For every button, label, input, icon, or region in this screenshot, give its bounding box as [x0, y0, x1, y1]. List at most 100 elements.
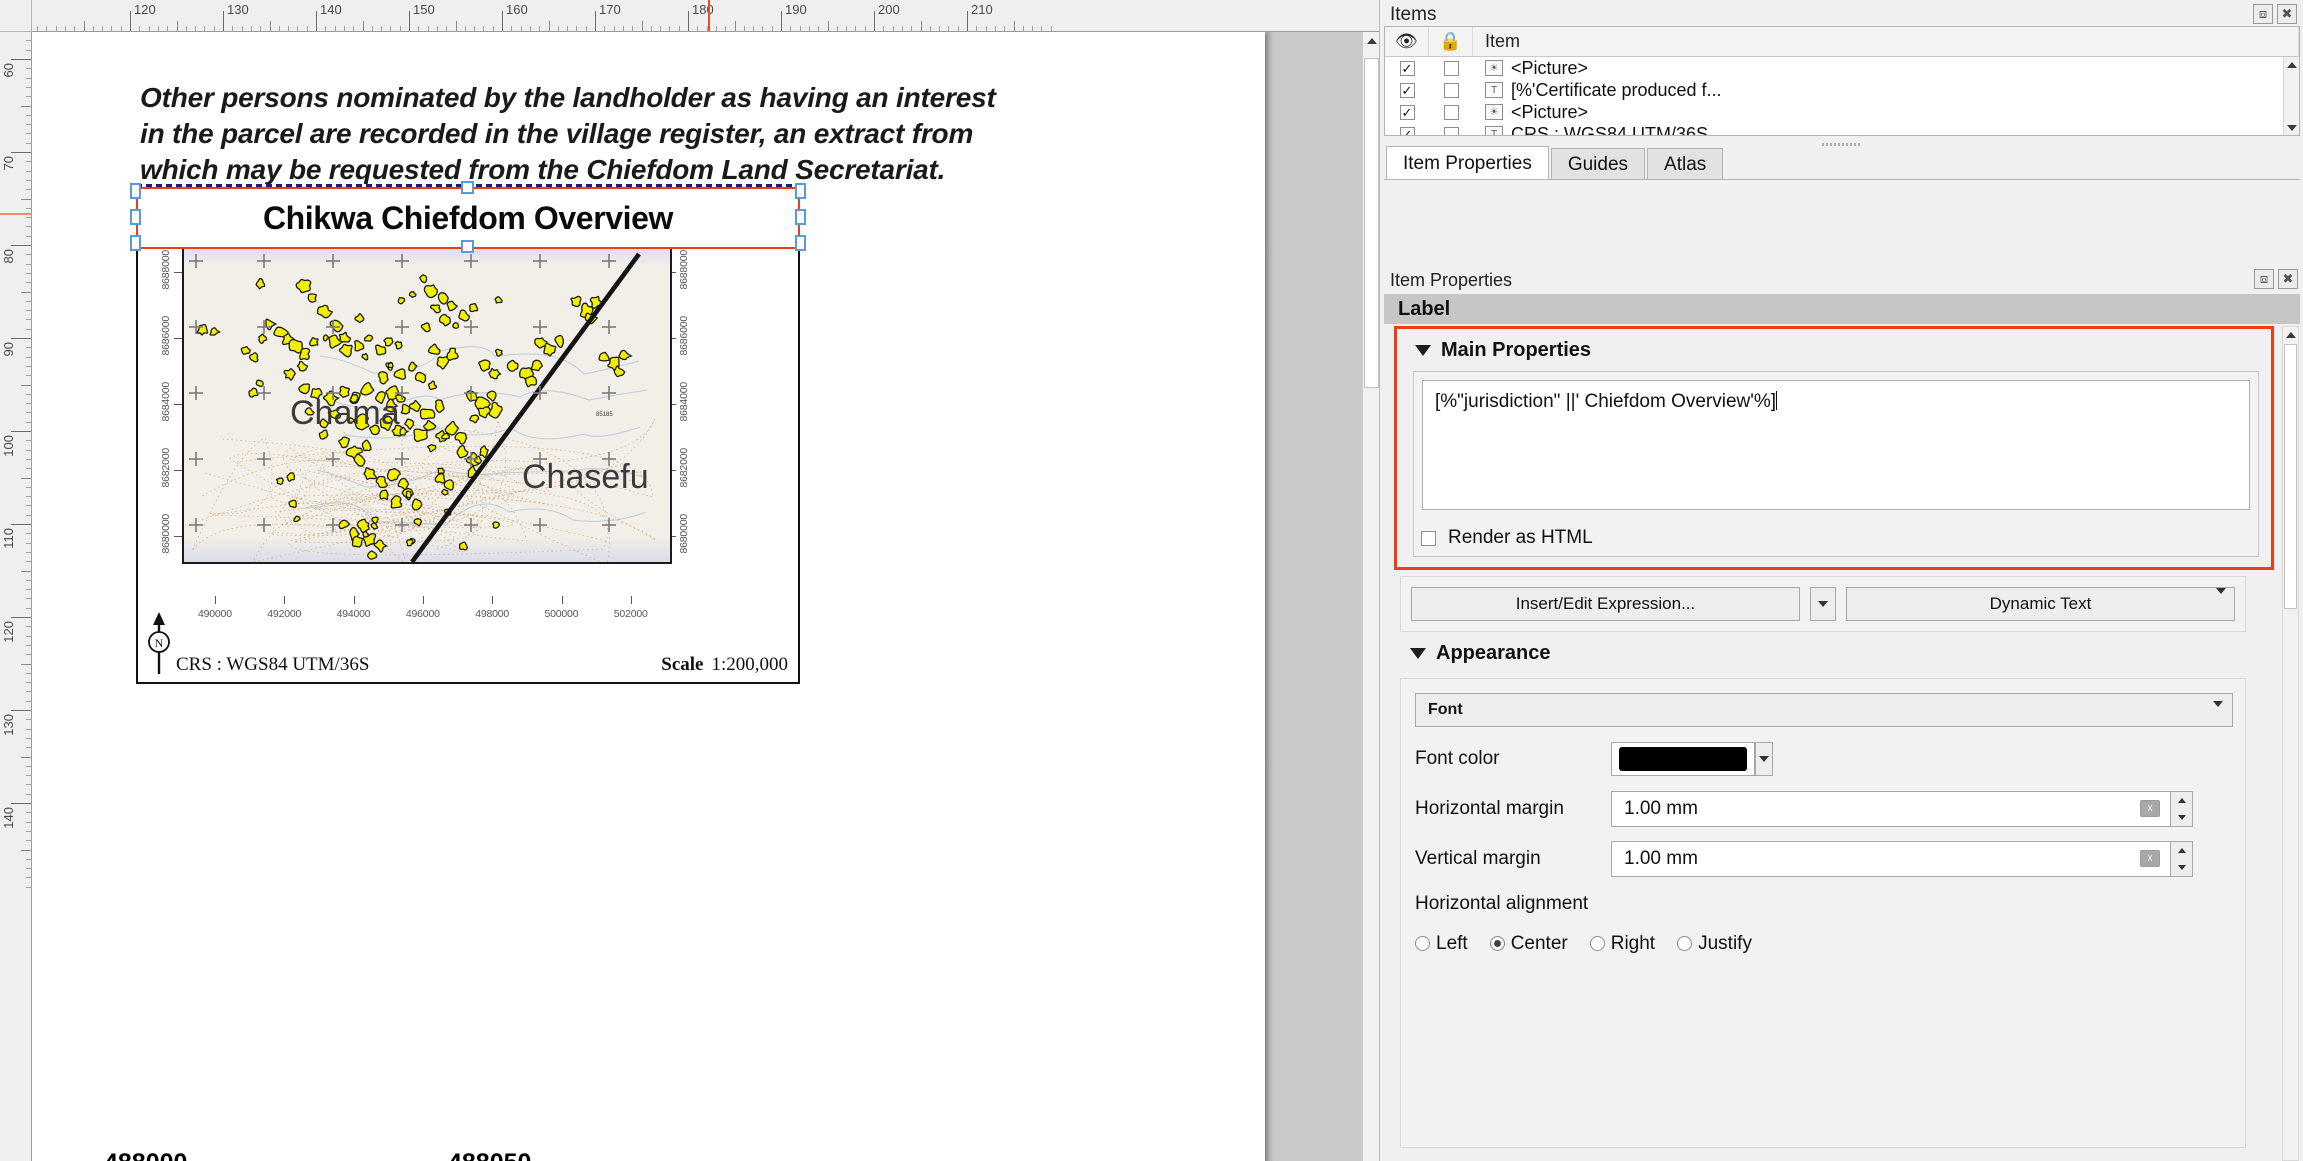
- table-row[interactable]: ✓ T [%'Certificate produced f...: [1385, 79, 2299, 101]
- layout-page[interactable]: Other persons nominated by the landholde…: [32, 32, 1265, 1161]
- props-scroll-up-arrow[interactable]: [2283, 327, 2298, 342]
- items-scroll-up-arrow[interactable]: [2284, 57, 2299, 72]
- items-vertical-scrollbar[interactable]: [2283, 57, 2299, 135]
- props-scroll-thumb[interactable]: [2284, 344, 2297, 609]
- horizontal-margin-stepper[interactable]: [2171, 791, 2193, 827]
- eye-icon[interactable]: 👁: [1385, 27, 1429, 56]
- stepper-down[interactable]: [2171, 809, 2192, 826]
- resize-handle-top-right[interactable]: [795, 183, 806, 199]
- font-color-control[interactable]: [1611, 742, 1773, 776]
- horizontal-ruler[interactable]: 120 130 140 150 160 170 180 190 200 210: [32, 0, 1379, 32]
- intro-paragraph[interactable]: Other persons nominated by the landholde…: [140, 80, 1090, 187]
- row-lock-checkbox[interactable]: [1429, 126, 1473, 135]
- scroll-up-arrow[interactable]: [1364, 33, 1379, 48]
- ruler-tick-minor: [567, 26, 569, 31]
- row-lock-checkbox[interactable]: [1429, 82, 1473, 98]
- ruler-tick-minor: [139, 26, 141, 31]
- lock-icon[interactable]: 🔒: [1429, 27, 1473, 56]
- tab-item-properties[interactable]: Item Properties: [1386, 146, 1549, 180]
- insert-edit-expression-button[interactable]: Insert/Edit Expression...: [1411, 587, 1800, 621]
- ruler-tick-minor: [120, 26, 122, 31]
- vertical-margin-stepper[interactable]: [2171, 841, 2193, 877]
- items-scroll-down-arrow[interactable]: [2284, 120, 2299, 135]
- row-visibility-checkbox[interactable]: ✓: [1385, 82, 1429, 98]
- tab-guides[interactable]: Guides: [1550, 148, 1646, 180]
- alignment-option-left[interactable]: Left: [1415, 933, 1468, 955]
- resize-handle-bottom-left[interactable]: [130, 235, 141, 251]
- appearance-header[interactable]: Appearance: [1410, 642, 1551, 665]
- float-icon[interactable]: ⧈: [2254, 269, 2274, 289]
- properties-scroll-area[interactable]: Main Properties [%"jurisdiction" ||' Chi…: [1384, 326, 2300, 1161]
- resize-handle-bottom-right[interactable]: [795, 235, 806, 251]
- ruler-tick-minor: [26, 282, 31, 284]
- insert-expression-dropdown-icon[interactable]: [1810, 587, 1836, 621]
- ruler-tick-minor: [632, 26, 634, 31]
- scale-word: Scale: [661, 654, 704, 675]
- map-axis-label-right: 8684000: [678, 382, 690, 422]
- tab-atlas[interactable]: Atlas: [1647, 148, 1724, 180]
- canvas-vertical-scrollbar[interactable]: [1362, 32, 1379, 1161]
- ruler-tick-minor: [325, 26, 327, 31]
- ruler-tick-minor: [641, 21, 643, 31]
- close-icon[interactable]: ✖: [2278, 269, 2298, 289]
- stepper-up[interactable]: [2171, 842, 2192, 859]
- ruler-tick-minor: [26, 635, 31, 637]
- ruler-tick-minor: [660, 26, 662, 31]
- ruler-tick-minor: [26, 579, 31, 581]
- row-visibility-checkbox[interactable]: ✓: [1385, 60, 1429, 76]
- row-visibility-checkbox[interactable]: ✓: [1385, 126, 1429, 135]
- alignment-option-right[interactable]: Right: [1589, 933, 1655, 955]
- label-expression-input[interactable]: [%"jurisdiction" ||' Chiefdom Overview'%…: [1422, 380, 2250, 510]
- canvas-scroll-thumb[interactable]: [1364, 58, 1379, 388]
- stepper-up[interactable]: [2171, 792, 2192, 809]
- map-plot-area[interactable]: Chama Chasefu 85185: [182, 244, 672, 564]
- resize-handle-middle-right[interactable]: [795, 209, 806, 225]
- resize-handle-top-left[interactable]: [130, 183, 141, 199]
- vertical-ruler[interactable]: 60 70 80 90 100 110 120 130 140: [0, 32, 32, 1161]
- font-color-swatch[interactable]: [1611, 742, 1755, 776]
- ruler-tick-minor: [204, 26, 206, 31]
- item-properties-dock-title: Item Properties ⧈ ✖: [1380, 266, 2303, 294]
- font-select[interactable]: Font: [1415, 693, 2233, 727]
- layout-scene[interactable]: Other persons nominated by the landholde…: [32, 32, 1379, 1161]
- ruler-tick-minor: [74, 26, 76, 31]
- main-properties-header[interactable]: Main Properties: [1397, 329, 2271, 368]
- map-item[interactable]: 490000 492000 494000 496000 498000 500000 5020…: [136, 214, 800, 684]
- horizontal-alignment-radios: Left Center Right Justify: [1415, 933, 1752, 955]
- ruler-tick-minor: [26, 40, 31, 42]
- ruler-tick-minor: [343, 26, 345, 31]
- items-list[interactable]: 👁 🔒 Item ✓ ☀ <Picture> ✓ T [%'Certificat…: [1384, 26, 2300, 136]
- close-icon[interactable]: ✖: [2277, 4, 2297, 24]
- text-icon: T: [1485, 82, 1503, 98]
- chevron-down-icon[interactable]: [1415, 345, 1431, 356]
- clear-icon[interactable]: ☓: [2140, 800, 2160, 817]
- table-row[interactable]: ✓ ☀ <Picture>: [1385, 57, 2299, 79]
- ruler-tick-minor: [808, 26, 810, 31]
- chevron-down-icon[interactable]: [1410, 648, 1426, 659]
- table-row[interactable]: ✓ T CRS : WGS84 UTM/36S: [1385, 123, 2299, 135]
- clear-icon[interactable]: ☓: [2140, 850, 2160, 867]
- render-as-html-checkbox[interactable]: [1421, 530, 1436, 546]
- float-icon[interactable]: ⧈: [2253, 4, 2273, 24]
- table-row[interactable]: ✓ ☀ <Picture>: [1385, 101, 2299, 123]
- item-label: <Picture>: [1511, 57, 1589, 78]
- ruler-tick-minor: [26, 775, 31, 777]
- alignment-option-justify[interactable]: Justify: [1677, 933, 1752, 955]
- render-as-html-row[interactable]: Render as HTML: [1421, 527, 1593, 549]
- resize-handle-middle-left[interactable]: [130, 209, 141, 225]
- stepper-down[interactable]: [2171, 859, 2192, 876]
- resize-handle-bottom-center[interactable]: [461, 240, 474, 253]
- properties-vertical-scrollbar[interactable]: [2282, 326, 2299, 1161]
- row-lock-checkbox[interactable]: [1429, 60, 1473, 76]
- dynamic-text-dropdown[interactable]: Dynamic Text: [1846, 587, 2235, 621]
- ruler-cursor-horizontal: [708, 0, 710, 31]
- row-lock-checkbox[interactable]: [1429, 104, 1473, 120]
- horizontal-margin-input[interactable]: 1.00 mm ☓: [1611, 791, 2171, 827]
- title-label-item[interactable]: Chikwa Chiefdom Overview: [130, 181, 806, 253]
- alignment-option-center[interactable]: Center: [1489, 933, 1568, 955]
- font-color-dropdown-icon[interactable]: [1755, 742, 1773, 776]
- resize-handle-top-center[interactable]: [461, 181, 474, 194]
- ruler-tick-minor: [892, 26, 894, 31]
- row-visibility-checkbox[interactable]: ✓: [1385, 104, 1429, 120]
- vertical-margin-input[interactable]: 1.00 mm ☓: [1611, 841, 2171, 877]
